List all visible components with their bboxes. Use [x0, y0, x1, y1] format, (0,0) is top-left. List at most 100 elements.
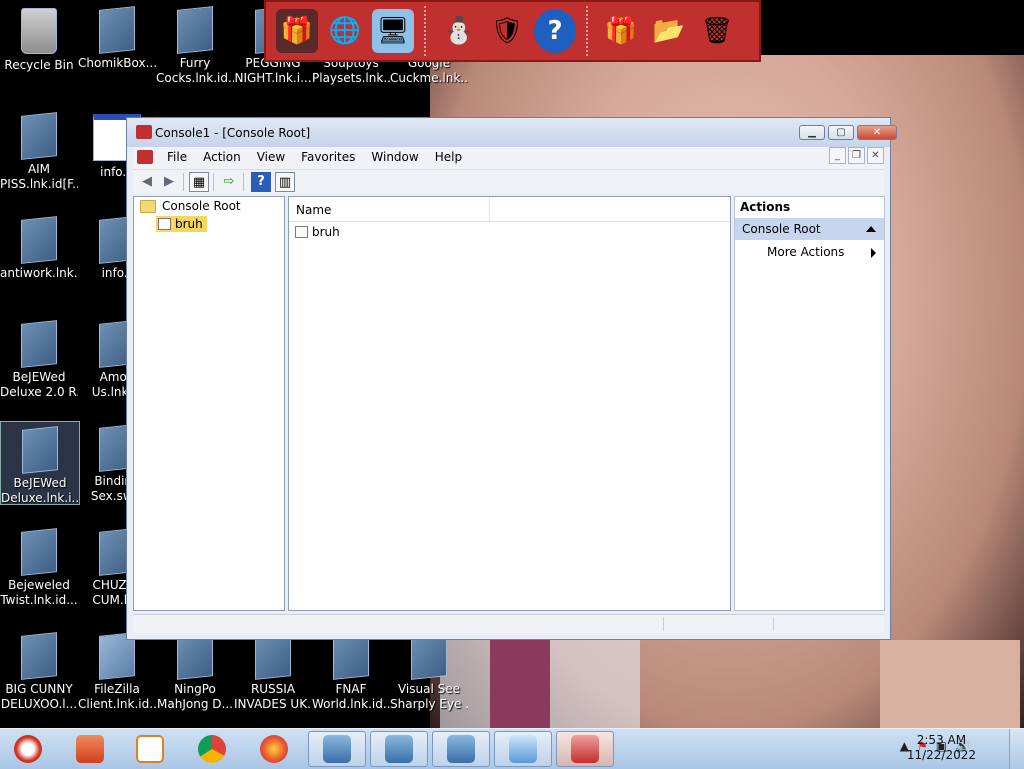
show-desktop-button[interactable]	[1009, 729, 1024, 769]
more-actions-item[interactable]: More Actions	[767, 245, 876, 259]
recycle-bin-icon[interactable]: 🗑	[696, 9, 738, 53]
windows-update-icon[interactable]: 🛡	[486, 9, 528, 53]
desktop-icon[interactable]: NingPo MahJong D...	[156, 628, 234, 712]
quick-launch-toolbar: 🎁 🌐 🖥 ⛄ 🛡 ? 🎁 📂 🗑	[264, 0, 761, 62]
desktop-icon[interactable]: FNAF World.lnk.id...	[312, 628, 390, 712]
menu-action[interactable]: Action	[195, 150, 249, 164]
start-button[interactable]	[4, 731, 52, 767]
desktop-icon-recycle-bin[interactable]: Recycle Bin	[0, 2, 78, 73]
desktop-icon[interactable]: FileZilla Client.lnk.id...	[78, 628, 156, 712]
result-pane: Name bruh	[288, 196, 731, 611]
close-button[interactable]: ✕	[857, 125, 897, 140]
desktop-icon[interactable]: Visual See Sharply Eye ...	[390, 628, 468, 712]
snap-in-icon	[158, 218, 171, 230]
taskbar-window-mmc[interactable]	[556, 731, 614, 767]
menu-file[interactable]: File	[159, 150, 195, 164]
folder-icon[interactable]: 📂	[648, 9, 690, 53]
status-divider	[663, 617, 664, 631]
desktop-icon[interactable]: BIG CUNNY DELUXOO.l...	[0, 628, 78, 712]
taskbar-pin-chrome[interactable]	[188, 731, 236, 767]
child-restore-button[interactable]: ❐	[848, 147, 865, 164]
desktop-icon[interactable]: Furry Cocks.lnk.id...	[156, 2, 234, 86]
desktop-icon[interactable]: Bejeweled Twist.lnk.id...	[0, 524, 78, 608]
actions-header: Actions	[735, 197, 884, 219]
desktop-icon[interactable]: ChomikBox....	[78, 2, 156, 71]
clock[interactable]: 2:53 AM 11/22/2022	[907, 733, 976, 763]
show-hide-tree-icon[interactable]: ▦	[189, 172, 209, 192]
menu-window[interactable]: Window	[363, 150, 426, 164]
console-window: Console1 - [Console Root] ▁ ▢ ✕ File Act…	[126, 117, 897, 640]
santa-start-icon	[14, 735, 42, 763]
installer-icon	[323, 735, 351, 763]
toolbar-separator	[243, 173, 244, 191]
child-minimize-button[interactable]: _	[829, 147, 846, 164]
mmc-app-icon[interactable]	[136, 125, 152, 139]
help-icon[interactable]: ?	[251, 172, 271, 192]
shortcut-icon	[21, 216, 57, 264]
column-divider[interactable]	[489, 197, 490, 221]
tree-node-label: bruh	[175, 217, 203, 231]
shortcut-icon	[21, 632, 57, 680]
taskbar: ▲ ⚑ ▣ 🔊 2:53 AM 11/22/2022	[0, 728, 1024, 769]
child-close-button[interactable]: ✕	[867, 147, 884, 164]
desktop-icon-selected[interactable]: BeJEWed Deluxe.lnk.i...	[0, 421, 80, 505]
maximize-button[interactable]: ▢	[828, 125, 854, 140]
taskbar-window-setup-1[interactable]	[308, 731, 366, 767]
menu-help[interactable]: Help	[427, 150, 470, 164]
tree-node-console-root[interactable]: Console Root	[140, 199, 241, 213]
list-item[interactable]: bruh	[295, 225, 340, 239]
globe-network-icon[interactable]: 🌐	[324, 9, 366, 53]
actions-section-label: Console Root	[742, 222, 821, 236]
forward-arrow-icon[interactable]: ▶	[159, 172, 179, 192]
chrome-icon	[198, 735, 226, 763]
show-hide-action-pane-icon[interactable]: ▥	[275, 172, 295, 192]
taskbar-window-setup-3[interactable]	[432, 731, 490, 767]
shortcut-icon	[22, 426, 58, 474]
snowman-icon[interactable]: ⛄	[438, 9, 480, 53]
control-panel-icon	[509, 735, 537, 763]
shortcut-icon	[99, 6, 135, 54]
menu-bar: File Action View Favorites Window Help _…	[133, 147, 884, 169]
minimize-button[interactable]: ▁	[799, 125, 825, 140]
taskbar-pin-firefox[interactable]	[250, 731, 298, 767]
shortcut-icon	[21, 320, 57, 368]
tree-node-label: Console Root	[162, 199, 241, 213]
column-header-name[interactable]: Name	[296, 203, 331, 217]
snap-in-icon	[295, 226, 308, 238]
desktop-icon[interactable]: AIM PISS.lnk.id[F...	[0, 108, 78, 192]
toolbar-separator	[424, 6, 428, 56]
desktop-icon[interactable]: antiwork.lnk...	[0, 212, 78, 281]
toolbar-separator	[586, 6, 590, 56]
present-icon[interactable]: 🎁	[600, 9, 642, 53]
taskbar-pin-media[interactable]	[126, 731, 174, 767]
title-bar[interactable]: Console1 - [Console Root] ▁ ▢ ✕	[127, 118, 897, 147]
taskbar-pin-explorer[interactable]	[66, 731, 114, 767]
gift-computer-icon[interactable]: 🎁	[276, 9, 318, 53]
control-panel-icon[interactable]: 🖥	[372, 9, 414, 53]
tree-node-bruh[interactable]: bruh	[156, 216, 207, 232]
actions-section-console-root[interactable]: Console Root	[735, 218, 884, 240]
desktop-icon[interactable]: RUSSIA INVADES UK...	[234, 628, 312, 712]
menu-view[interactable]: View	[249, 150, 293, 164]
collapse-arrow-icon[interactable]	[866, 226, 876, 232]
export-list-icon[interactable]: ⇨	[219, 172, 239, 192]
window-title: Console1 - [Console Root]	[155, 126, 311, 140]
taskbar-window-control-panel[interactable]	[494, 731, 552, 767]
taskbar-window-setup-2[interactable]	[370, 731, 428, 767]
actions-pane: Actions Console Root More Actions	[734, 196, 885, 611]
submenu-arrow-icon	[871, 248, 876, 258]
desktop-icon[interactable]: BeJEWed Deluxe 2.0 R...	[0, 316, 78, 400]
status-divider	[773, 617, 774, 631]
clock-time: 2:53 AM	[916, 733, 967, 747]
wallpaper-hand	[880, 640, 1020, 730]
clock-date: 11/22/2022	[906, 748, 976, 762]
help-icon[interactable]: ?	[534, 9, 576, 53]
menu-favorites[interactable]: Favorites	[293, 150, 363, 164]
folder-icon	[140, 199, 156, 213]
status-bar	[133, 614, 884, 633]
list-header: Name	[289, 197, 730, 222]
folder-icon	[76, 735, 104, 763]
mmc-document-icon[interactable]	[137, 150, 153, 164]
back-arrow-icon[interactable]: ◀	[137, 172, 157, 192]
firefox-icon	[260, 735, 288, 763]
